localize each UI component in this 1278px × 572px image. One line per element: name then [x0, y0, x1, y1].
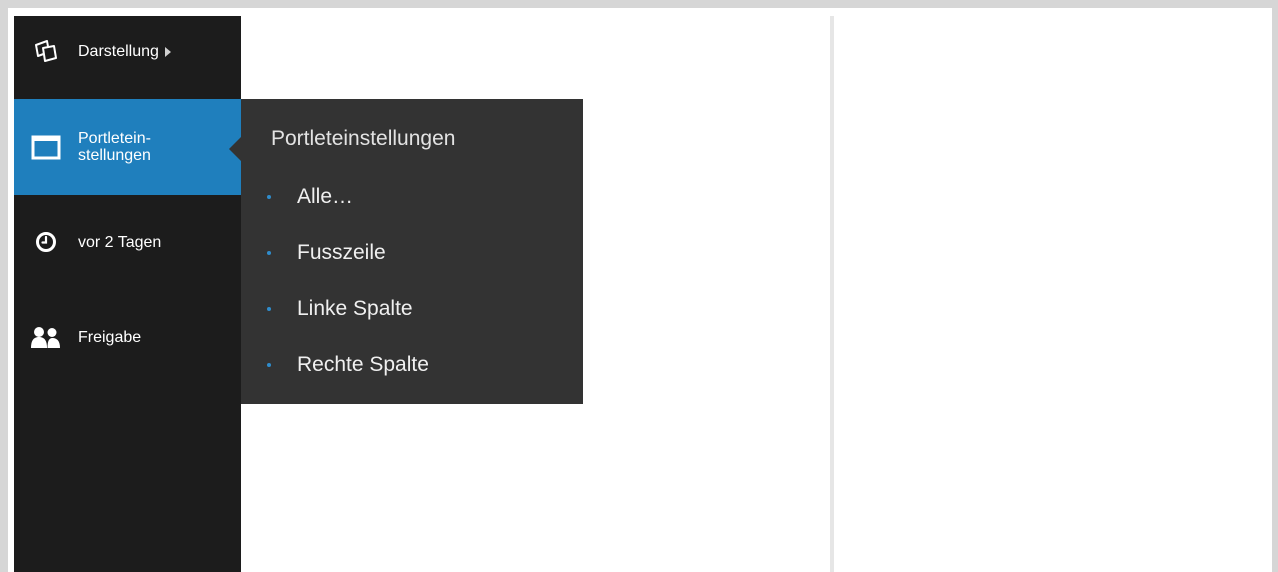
clock-icon — [14, 231, 78, 253]
window-icon — [14, 134, 78, 160]
bullet-icon — [267, 251, 271, 255]
toolbar-item-sharing[interactable]: Freigabe — [14, 300, 241, 374]
submenu-item-all[interactable]: Alle… — [267, 185, 353, 209]
chevron-right-icon — [164, 46, 171, 57]
submenu-item-left-column[interactable]: Linke Spalte — [267, 297, 413, 321]
submenu-title: Portleteinstellungen — [271, 127, 456, 150]
toolbar-item-label-line1: Portletein- — [78, 130, 151, 147]
submenu-item-footer[interactable]: Fusszeile — [267, 241, 386, 265]
toolbar-item-portlet-settings[interactable]: Portletein- stellungen — [14, 99, 241, 195]
edit-toolbar: Darstellung Portletein- stellungen vor 2… — [14, 16, 241, 572]
submenu-item-label: Linke Spalte — [297, 297, 413, 320]
bullet-icon — [267, 363, 271, 367]
toolbar-item-label-line2: stellungen — [78, 147, 151, 164]
toolbar-item-history[interactable]: vor 2 Tagen — [14, 206, 241, 278]
toolbar-item-label: vor 2 Tagen — [78, 233, 162, 251]
bullet-icon — [267, 195, 271, 199]
submenu-item-label: Rechte Spalte — [297, 353, 429, 376]
bullet-icon — [267, 307, 271, 311]
toolbar-item-label: Darstellung — [78, 43, 159, 60]
submenu-item-right-column[interactable]: Rechte Spalte — [267, 353, 429, 377]
toolbar-item-darstellung[interactable]: Darstellung — [14, 16, 241, 87]
window-frame-top — [0, 0, 1278, 8]
column-divider — [830, 16, 834, 572]
window-frame-left — [0, 0, 8, 572]
submenu-item-label: Fusszeile — [297, 241, 386, 264]
users-icon — [14, 325, 78, 349]
portlet-settings-submenu: Portleteinstellungen Alle… Fusszeile Lin… — [241, 99, 583, 404]
toolbar-item-label: Freigabe — [78, 328, 142, 346]
window-frame-right — [1272, 0, 1278, 572]
layers-icon — [14, 39, 78, 65]
submenu-item-label: Alle… — [297, 185, 354, 208]
